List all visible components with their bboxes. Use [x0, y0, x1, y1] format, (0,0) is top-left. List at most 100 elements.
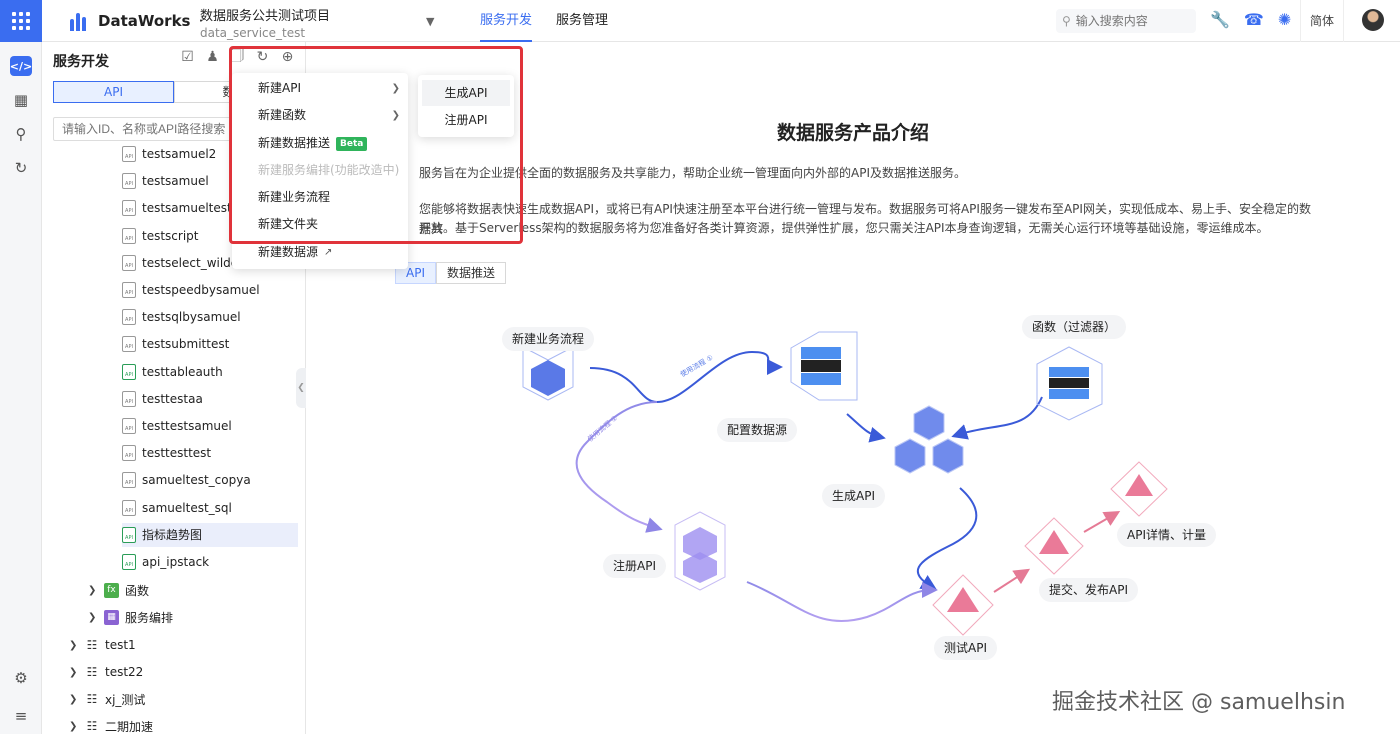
flow-label-b: 使用流程 ②	[586, 413, 620, 443]
panel-collapse-handle[interactable]: ❮	[296, 368, 306, 408]
avatar[interactable]	[1362, 9, 1384, 31]
tree-project-test22[interactable]: ❯ ☷ test22	[69, 660, 143, 684]
language-switch[interactable]: 简体	[1300, 0, 1344, 42]
menu-item-label: 新建数据推送	[258, 136, 331, 150]
query-icon[interactable]: ⚲	[10, 124, 32, 144]
locate-icon[interactable]: ⊕	[279, 48, 296, 65]
tree-project-xj[interactable]: ❯ ☷ xj_测试	[69, 687, 145, 711]
tree-group-functions[interactable]: ❯ fx 函数	[88, 578, 149, 602]
app-grid-button[interactable]	[0, 0, 42, 42]
project-switcher[interactable]: 数据服务公共测试项目 data_service_test	[200, 5, 330, 40]
chevron-right-icon: ❯	[69, 693, 78, 705]
search-input[interactable]	[1075, 14, 1186, 28]
org-tree-icon: ☷	[86, 638, 98, 652]
tree-file-item[interactable]: API 指标趋势图	[122, 522, 298, 547]
chevron-down-icon[interactable]: ▼	[426, 15, 434, 28]
tree-file-label: api_ipstack	[142, 555, 210, 569]
headset-icon[interactable]: ☎	[1244, 10, 1264, 29]
api-file-icon: API	[122, 146, 136, 162]
left-rail: </> ▦ ⚲ ↻ ⚙ ≡	[0, 42, 42, 734]
dataworks-logo-icon	[70, 11, 90, 31]
user-filter-icon[interactable]: ♟	[204, 48, 221, 65]
tree-file-item[interactable]: API testtesttest	[122, 441, 298, 465]
api-file-icon: API	[122, 309, 136, 326]
menu-item-new-api[interactable]: 新建API ❯	[232, 75, 408, 102]
tree-project-label: test1	[105, 638, 136, 652]
bug-icon[interactable]: ✺	[1278, 10, 1291, 29]
refresh-icon[interactable]: ↻	[254, 48, 271, 65]
logo[interactable]: DataWorks ·	[70, 11, 203, 31]
api-file-icon: API	[122, 254, 136, 271]
global-search[interactable]: ⚲	[1056, 9, 1196, 33]
tree-file-item[interactable]: API testsubmittest	[122, 332, 298, 356]
tree-group-orchestration[interactable]: ❯ ▦ 服务编排	[88, 605, 173, 629]
tree-group-label: 函数	[125, 583, 150, 598]
gear-icon[interactable]: ⚙	[10, 668, 32, 688]
menu-item-new-folder[interactable]: 新建文件夹	[232, 211, 408, 238]
search-icon: ⚲	[1062, 14, 1071, 28]
menu-item-label: 新建服务编排(功能改造中)	[258, 163, 400, 177]
diagram-label-test: 测试API	[934, 636, 997, 660]
watermark: 掘金技术社区 @ samuelhsin	[1052, 690, 1346, 715]
workflow-cube-icon	[522, 346, 574, 401]
panel-title: 服务开发	[53, 54, 109, 70]
api-file-icon: API	[122, 445, 136, 462]
tree-group-label: 服务编排	[125, 610, 174, 625]
tree-file-item[interactable]: API testtestaa	[122, 387, 298, 411]
tree-file-item[interactable]: API testtestsamuel	[122, 414, 298, 438]
diagram-label-register: 注册API	[603, 554, 666, 578]
flow-label-a: 使用流程 ①	[679, 353, 715, 379]
chevron-right-icon: ❯	[69, 666, 78, 678]
menu-item-new-orchestration: 新建服务编排(功能改造中)	[232, 157, 408, 184]
menu-item-new-function[interactable]: 新建函数 ❯	[232, 102, 408, 129]
new-file-icon[interactable]: 🗍	[229, 48, 246, 65]
menu-item-new-workflow[interactable]: 新建业务流程	[232, 184, 408, 211]
tree-project-phase2[interactable]: ❯ ☷ 二期加速	[69, 714, 153, 738]
api-file-icon: API	[122, 554, 136, 570]
tree-file-label: testspeedbysamuel	[142, 283, 260, 297]
api-file-icon: API	[122, 390, 136, 407]
tree-file-label: testsubmittest	[142, 337, 230, 352]
function-cube-icon	[1036, 346, 1103, 421]
api-file-icon: API	[122, 499, 136, 516]
menu-item-label: 新建业务流程	[258, 190, 331, 204]
tab-api[interactable]: API	[53, 81, 174, 103]
history-icon[interactable]: ↻	[10, 158, 32, 178]
tree-file-label: testtestaa	[142, 391, 203, 406]
tree-file-label: samueltest_sql	[142, 500, 232, 515]
menu-item-new-datasource[interactable]: 新建数据源 ↗	[232, 239, 408, 266]
org-tree-icon: ☷	[86, 692, 98, 706]
grid-icon	[12, 12, 30, 30]
tree-file-item[interactable]: API testsqlbysamuel	[122, 305, 298, 329]
submenu-item-register-api[interactable]: 注册API	[422, 107, 510, 133]
tree-project-test1[interactable]: ❯ ☷ test1	[69, 633, 136, 657]
tree-file-item[interactable]: API testspeedbysamuel	[122, 278, 298, 302]
api-file-icon: API	[122, 526, 136, 543]
menu-item-label: 新建数据源	[258, 245, 319, 259]
tree-file-item[interactable]: API testtableauth	[122, 360, 298, 384]
code-icon[interactable]: </>	[10, 56, 32, 76]
tree-file-item[interactable]: API samueltest_copya	[122, 468, 298, 492]
project-name: 数据服务公共测试项目	[200, 9, 331, 24]
tab-service-development[interactable]: 服务开发	[480, 0, 533, 42]
tree-project-label: 二期加速	[105, 719, 154, 734]
api-file-icon: API	[122, 173, 136, 190]
diagram-label-generate: 生成API	[822, 484, 885, 508]
menu-collapse-icon[interactable]: ≡	[10, 706, 32, 726]
tab-service-management[interactable]: 服务管理	[556, 0, 608, 42]
submenu-item-generate-api[interactable]: 生成API	[422, 80, 510, 106]
tree-file-item[interactable]: API api_ipstack	[122, 550, 298, 574]
wrench-icon[interactable]: 🔧	[1210, 10, 1230, 29]
api-file-icon: API	[122, 282, 136, 298]
chevron-right-icon: ❯	[69, 639, 78, 651]
checklist-icon[interactable]: ☑	[179, 48, 196, 65]
table-icon[interactable]: ▦	[10, 90, 32, 110]
tree-file-label: testtesttest	[142, 446, 212, 461]
workflow-diagram: 使用流程 ① 使用流程 ②	[522, 331, 1168, 636]
flow-path-generate	[846, 413, 886, 443]
tree-file-label: testscript	[142, 228, 199, 243]
api-file-icon: API	[122, 472, 136, 489]
tree-file-item[interactable]: API samueltest_sql	[122, 496, 298, 520]
menu-item-new-data-push[interactable]: 新建数据推送 Beta	[232, 130, 408, 157]
tree-file-label: testselect_wildca	[142, 255, 245, 270]
